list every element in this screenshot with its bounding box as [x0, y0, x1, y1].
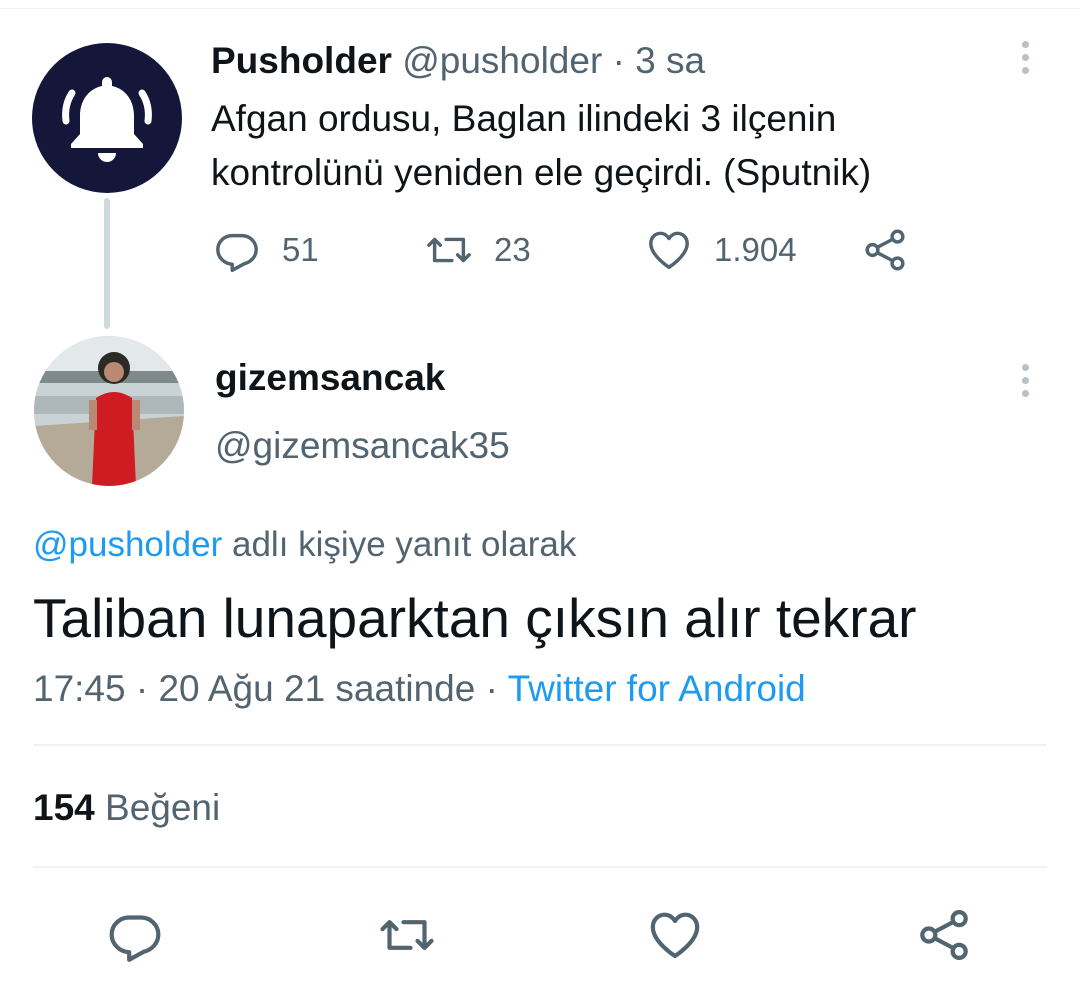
top-divider — [0, 8, 1080, 9]
pusholder-avatar[interactable] — [32, 43, 182, 193]
reply-author-handle[interactable]: @gizemsancak35 — [215, 424, 510, 468]
tweet-date: 20 Ağu 21 saatinde — [158, 668, 476, 709]
reply-more-icon[interactable] — [1018, 364, 1032, 397]
parent-tweet-header: Pusholder @pusholder · 3 sa — [211, 39, 705, 83]
parent-tweet-text: Afgan ordusu, Baglan ilindeki 3 ilçenin … — [211, 98, 872, 193]
parent-author-handle[interactable]: @pusholder — [402, 40, 602, 81]
like-count: 154 — [33, 787, 95, 828]
reply-tweet-text: Taliban lunaparktan çıksın alır tekrar — [33, 587, 917, 649]
parent-like-button[interactable]: 1.904 — [646, 222, 797, 278]
like-label: Beğeni — [105, 787, 221, 828]
retweet-icon — [380, 920, 434, 950]
tweet-source-link[interactable]: Twitter for Android — [508, 668, 806, 709]
share-button[interactable] — [914, 905, 974, 965]
separator: · — [612, 40, 625, 81]
replying-to: @pusholder adlı kişiye yanıt olarak — [33, 523, 576, 567]
reply-action-bar — [0, 905, 1080, 965]
retweet-button[interactable] — [377, 905, 437, 965]
retweet-icon — [427, 237, 471, 263]
bell-icon — [62, 77, 152, 162]
replying-to-suffix: adlı kişiye yanıt olarak — [232, 525, 577, 564]
parent-action-bar: 51 23 1.904 — [0, 222, 1080, 278]
reply-author-name[interactable]: gizemsancak — [215, 356, 445, 400]
tweet-meta: 17:45 · 20 Ağu 21 saatinde · Twitter for… — [33, 666, 806, 712]
replying-to-mention[interactable]: @pusholder — [33, 525, 222, 564]
share-icon — [865, 229, 905, 271]
parent-retweet-count: 23 — [494, 231, 531, 268]
parent-reply-button[interactable]: 51 — [214, 222, 319, 278]
heart-icon — [650, 912, 700, 959]
tweet-time: 17:45 — [33, 668, 126, 709]
heart-icon — [649, 231, 689, 269]
separator: · — [135, 668, 149, 709]
parent-like-count: 1.904 — [714, 231, 797, 268]
reply-icon — [216, 233, 258, 273]
parent-author-name[interactable]: Pusholder — [211, 40, 392, 81]
separator: · — [485, 668, 498, 709]
share-icon — [920, 910, 968, 960]
parent-more-icon[interactable] — [1018, 41, 1032, 74]
reply-icon — [109, 915, 161, 962]
parent-share-button[interactable] — [862, 222, 908, 278]
parent-time-ago[interactable]: 3 sa — [635, 40, 705, 81]
divider — [33, 866, 1047, 868]
divider — [33, 744, 1047, 746]
likes-summary[interactable]: 154 Beğeni — [33, 785, 220, 831]
parent-reply-count: 51 — [282, 231, 319, 268]
gizemsancak-avatar[interactable] — [34, 336, 184, 486]
like-button[interactable] — [645, 905, 705, 965]
reply-button[interactable] — [105, 905, 165, 965]
parent-retweet-button[interactable]: 23 — [426, 222, 531, 278]
